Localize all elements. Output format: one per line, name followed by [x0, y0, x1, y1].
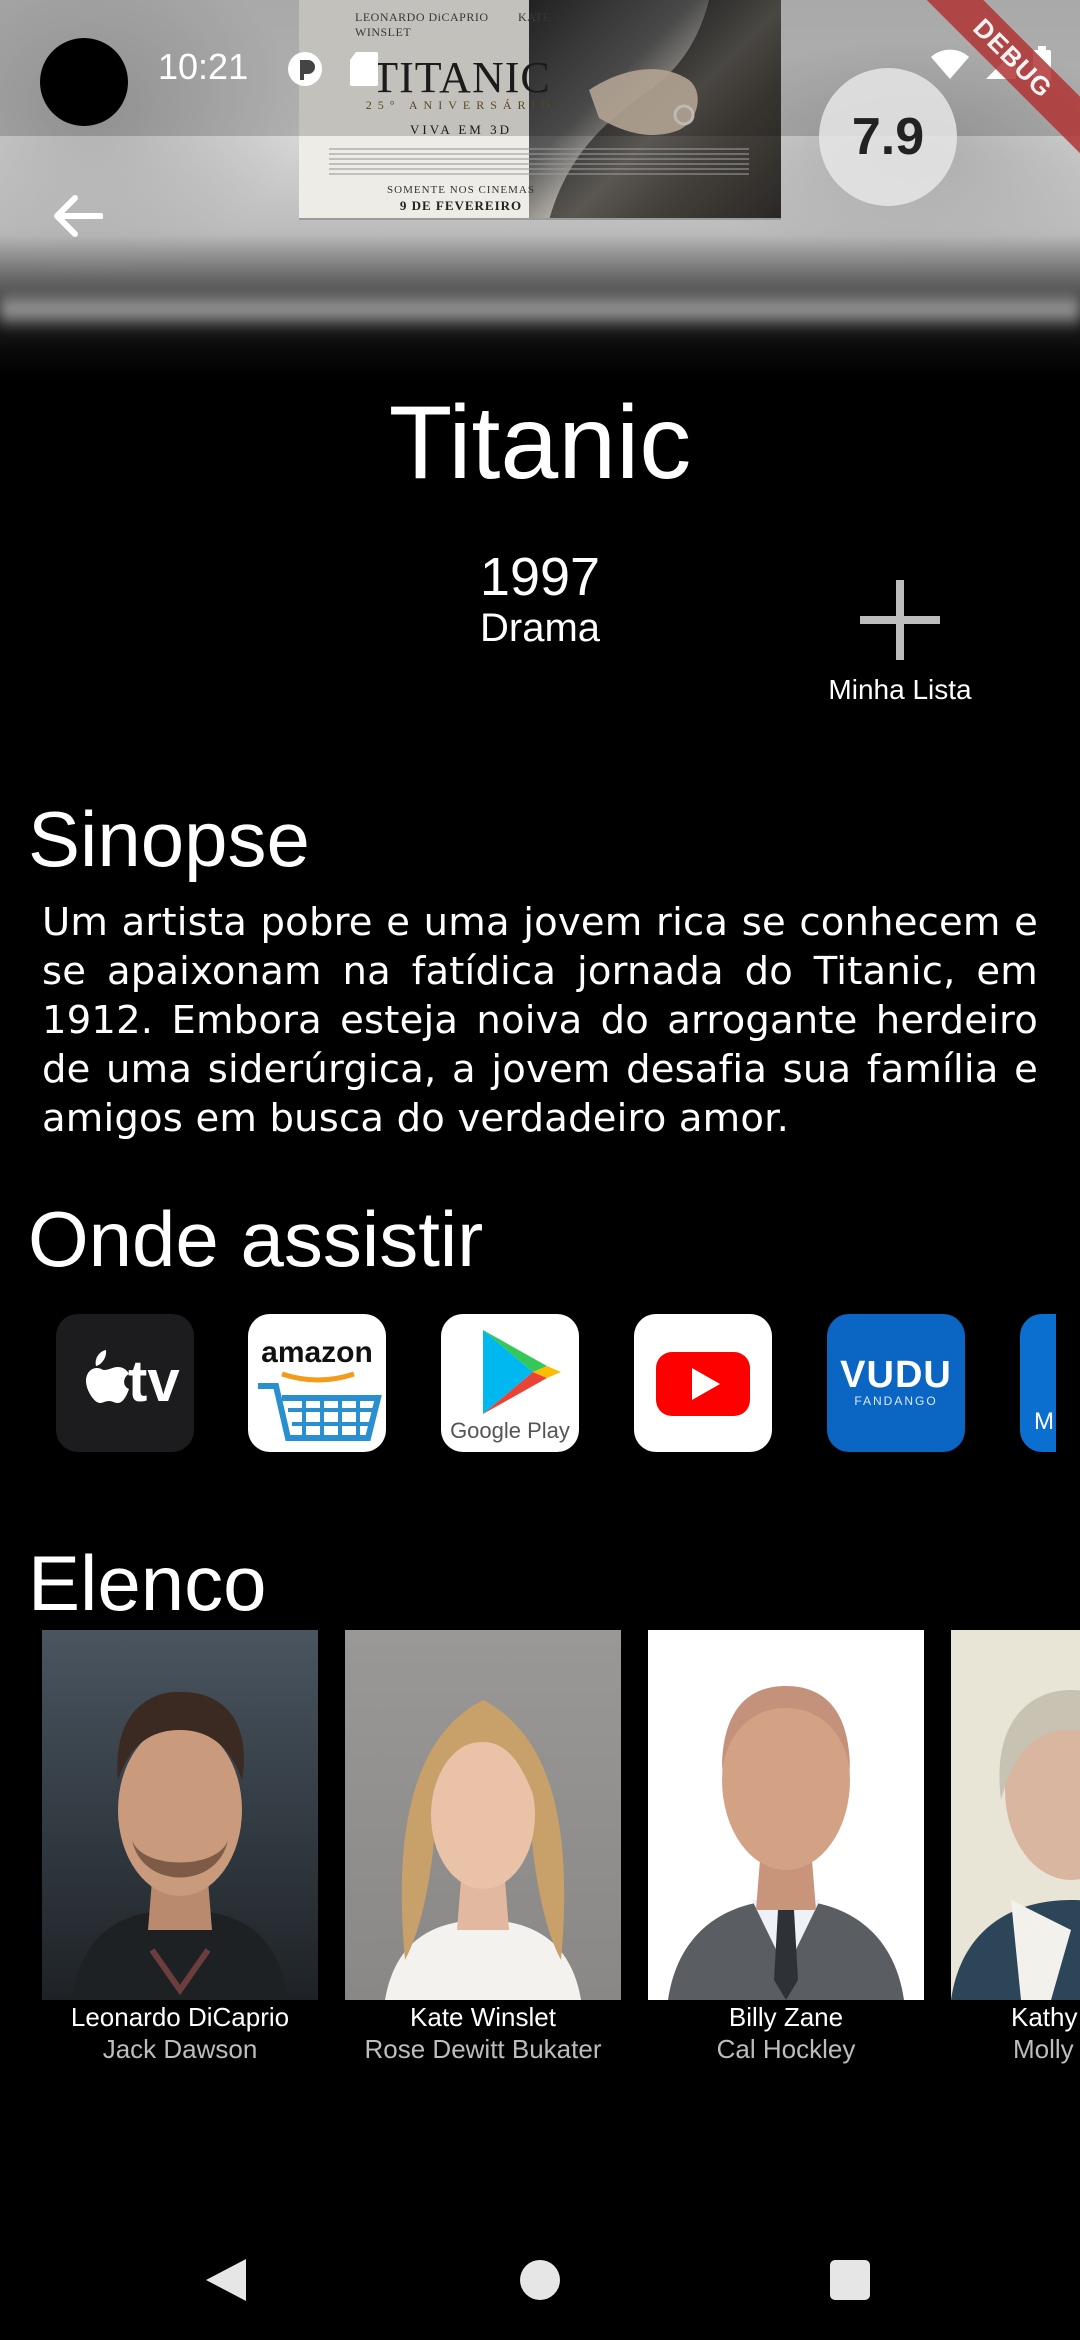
status-time: 10:21 — [158, 46, 249, 87]
providers-list[interactable]: tv amazon Google Play VUDU FANDANGO M — [56, 1314, 1056, 1452]
poster-release-line2: 9 DE FEVEREIRO — [399, 198, 523, 213]
circle-home-icon — [520, 2260, 560, 2300]
cast-photo — [648, 1630, 924, 2000]
cast-list[interactable]: Leonardo DiCaprio Jack Dawson Kate Winsl… — [42, 1630, 1080, 2080]
provider-amazon[interactable]: amazon — [248, 1314, 386, 1452]
movie-title: Titanic — [388, 385, 692, 501]
cast-card[interactable]: Kate Winslet Rose Dewitt Bukater — [345, 1630, 621, 2080]
actress-portrait-image — [385, 1700, 581, 2000]
synopsis-heading: Sinopse — [28, 795, 310, 883]
cast-character: Jack Dawson — [102, 2034, 258, 2064]
cast-photo — [951, 1630, 1080, 2000]
amazon-cart-icon — [258, 1371, 382, 1441]
cast-heading: Elenco — [28, 1539, 267, 1627]
cast-photo — [345, 1630, 621, 2000]
where-to-watch-heading: Onde assistir — [28, 1195, 484, 1283]
square-recents-icon — [830, 2260, 870, 2300]
triangle-back-icon — [206, 2259, 246, 2301]
cast-name: Kathy Bates — [1011, 2002, 1080, 2032]
provider-youtube[interactable] — [634, 1314, 772, 1452]
cast-card[interactable]: Kathy Bates Molly Brown — [951, 1630, 1080, 2080]
camera-cutout — [40, 38, 128, 126]
provider-microsoft-store[interactable]: M — [1020, 1314, 1056, 1452]
rating-badge: 7.9 — [819, 68, 957, 206]
provider-google-play[interactable]: Google Play — [441, 1314, 579, 1452]
microsoft-text: M — [1034, 1408, 1054, 1435]
nav-home-button[interactable] — [510, 2250, 570, 2310]
youtube-logo-icon — [656, 1352, 750, 1416]
system-nav-bar — [0, 2220, 1080, 2340]
cast-name: Kate Winslet — [410, 2002, 556, 2032]
sd-card-icon — [348, 50, 386, 88]
cast-photo — [42, 1630, 318, 2000]
apple-tv-text: tv — [128, 1349, 180, 1414]
cast-character: Cal Hockley — [716, 2034, 856, 2064]
add-to-my-list-button[interactable]: Minha Lista — [820, 574, 980, 714]
cast-card[interactable]: Leonardo DiCaprio Jack Dawson — [42, 1630, 318, 2080]
cast-card[interactable]: Billy Zane Cal Hockley — [648, 1630, 924, 2080]
nav-recents-button[interactable] — [820, 2250, 880, 2310]
cast-name: Billy Zane — [728, 2002, 844, 2032]
google-play-text: Google Play — [450, 1418, 570, 1443]
provider-vudu[interactable]: VUDU FANDANGO — [827, 1314, 965, 1452]
back-button[interactable] — [40, 178, 116, 254]
vudu-subtext: FANDANGO — [854, 1394, 938, 1408]
movie-genre: Drama — [479, 606, 601, 650]
notification-app-icon — [286, 50, 324, 88]
poster-credits-block — [329, 148, 749, 178]
actor-portrait-image — [72, 1691, 288, 2000]
plus-icon — [860, 580, 940, 660]
vudu-text: VUDU — [840, 1354, 952, 1396]
rating-value: 7.9 — [851, 108, 925, 166]
cast-character: Rose Dewitt Bukater — [364, 2034, 602, 2064]
movie-year: 1997 — [479, 547, 601, 607]
backdrop-highlight — [0, 290, 1080, 330]
wifi-icon — [931, 49, 969, 79]
provider-apple-tv[interactable]: tv — [56, 1314, 194, 1452]
cast-character: Molly Brown — [1013, 2034, 1080, 2064]
synopsis-text: Um artista pobre e uma jovem rica se con… — [42, 900, 1038, 1141]
actress-portrait-image — [951, 1690, 1080, 2000]
nav-back-button[interactable] — [196, 2250, 256, 2310]
actor-portrait-image — [668, 1686, 904, 2000]
poster-release-line1: SOMENTE NOS CINEMAS — [387, 184, 535, 196]
movie-detail-screen: LEONARDO DiCAPRIO KATE WINSLET TITANIC 2… — [0, 0, 1080, 2340]
arrow-back-icon — [54, 195, 103, 237]
cast-name: Leonardo DiCaprio — [70, 2002, 290, 2032]
my-list-label: Minha Lista — [828, 674, 972, 705]
